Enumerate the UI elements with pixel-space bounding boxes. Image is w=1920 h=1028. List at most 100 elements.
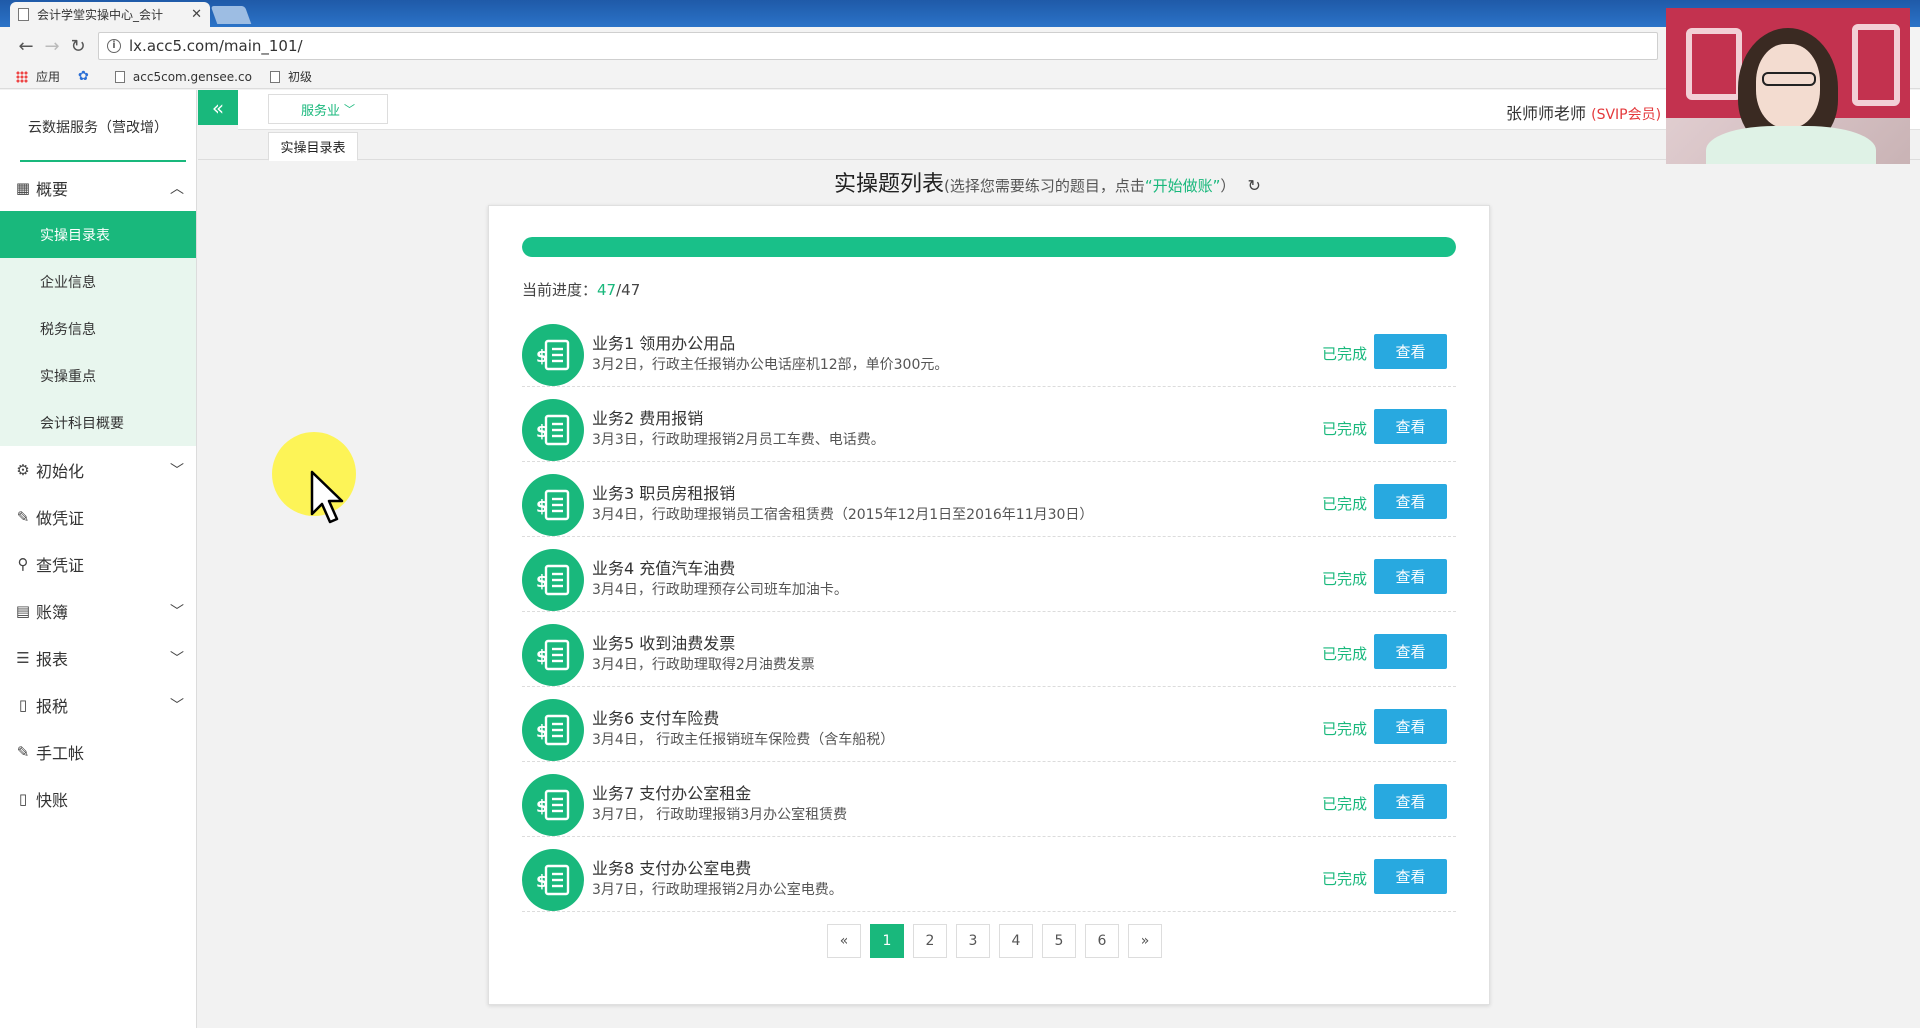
browser-tab[interactable]: 会计学堂实操中心_会计 ✕: [10, 2, 210, 27]
view-button[interactable]: 查看: [1374, 859, 1447, 894]
view-button[interactable]: 查看: [1374, 634, 1447, 669]
sidebar-item-init[interactable]: ⚙ 初始化 ﹀: [0, 446, 196, 493]
sidebar-item-label: 初始化: [36, 461, 85, 481]
receipt-dollar-icon: $: [522, 549, 584, 611]
info-icon[interactable]: i: [107, 39, 121, 53]
prev-page-button[interactable]: «: [827, 924, 861, 958]
page-button[interactable]: 4: [999, 924, 1033, 958]
receipt-dollar-icon: $: [522, 474, 584, 536]
webcam-person-body: [1706, 126, 1876, 164]
chevron-up-icon: ︿: [170, 180, 184, 197]
task-panel: 当前进度：47/47 $ 业务1 领用办公用品 3月2日，行政主任报销办公电话座机1…: [488, 205, 1490, 1005]
page-button[interactable]: 1: [870, 924, 904, 958]
task-status: 已完成: [1322, 645, 1368, 663]
sidebar-brand: 云数据服务（营改增）: [0, 90, 196, 164]
browser-titlebar: 会计学堂实操中心_会计 ✕: [0, 0, 1920, 27]
paw-icon: ✿: [78, 69, 89, 84]
task-description: 3月4日，行政助理取得2月油费发票: [592, 657, 815, 673]
sidebar-item-make-voucher[interactable]: ✎ 做凭证: [0, 493, 196, 540]
back-icon[interactable]: ←: [14, 36, 38, 57]
vip-badge: (SVIP会员): [1591, 107, 1662, 123]
book-icon: ▤: [15, 601, 31, 620]
progress-fill: [522, 237, 1456, 257]
receipt-dollar-icon: $: [522, 699, 584, 761]
sidebar-item-label: 报表: [36, 649, 69, 669]
chevron-down-icon: ﹀: [170, 697, 184, 714]
user-name: 张师师老师: [1506, 104, 1587, 123]
pagination: « 1 2 3 4 5 6 »: [827, 924, 1171, 958]
view-button[interactable]: 查看: [1374, 709, 1447, 744]
reload-icon[interactable]: ↻: [66, 36, 90, 57]
list-icon: ☰: [16, 648, 30, 667]
sidebar-item-tax-filing[interactable]: ▯ 报税 ﹀: [0, 681, 196, 728]
page-tabs: 实操目录表: [198, 130, 1920, 161]
task-title: 业务4 充值汽车油费: [592, 559, 736, 578]
bookmark-chuji[interactable]: 初级: [269, 68, 312, 85]
progress-text: 当前进度：: [522, 281, 598, 299]
bookmark-label: 初级: [287, 70, 312, 84]
task-row: $ 业务2 费用报销 3月3日，行政助理报销2月员工车费、电话费。 已完成 查看: [522, 387, 1456, 462]
view-button[interactable]: 查看: [1374, 559, 1447, 594]
progress-total: /47: [616, 281, 641, 299]
next-page-button[interactable]: »: [1128, 924, 1162, 958]
view-button[interactable]: 查看: [1374, 784, 1447, 819]
address-toolbar: ← → ↻ i lx.acc5.com/main_101/: [0, 27, 1920, 65]
view-button[interactable]: 查看: [1374, 409, 1447, 444]
page-button[interactable]: 3: [956, 924, 990, 958]
page-button[interactable]: 2: [913, 924, 947, 958]
task-title: 业务6 支付车险费: [592, 709, 720, 728]
page-heading: 实操题列表 (选择您需要练习的题目，点击 “开始做账” ） ↻: [834, 166, 1261, 198]
close-tab-icon[interactable]: ✕: [191, 7, 202, 22]
task-description: 3月7日， 行政助理报销3月办公室租赁费: [592, 807, 848, 823]
page-button[interactable]: 6: [1085, 924, 1119, 958]
page-subtitle-highlight: “开始做账”: [1144, 177, 1221, 195]
sidebar-item-reports[interactable]: ☰ 报表 ﹀: [0, 634, 196, 681]
sidebar-item-label: 概要: [36, 179, 69, 199]
tab-catalog[interactable]: 实操目录表: [268, 132, 358, 161]
collapse-sidebar-button[interactable]: «: [198, 90, 238, 125]
sidebar-subitem-accounts-overview[interactable]: 会计科目概要: [0, 399, 196, 446]
chevron-down-icon: ﹀: [170, 462, 184, 479]
apps-grid-icon: [16, 70, 28, 83]
sidebar-item-manual-books[interactable]: ✎ 手工帐: [0, 728, 196, 775]
view-button[interactable]: 查看: [1374, 484, 1447, 519]
sidebar-item-quick-books[interactable]: ▯ 快账: [0, 775, 196, 822]
mouse-cursor-icon: [310, 470, 344, 524]
task-description: 3月7日，行政助理报销2月办公室电费。: [592, 882, 843, 898]
view-button[interactable]: 查看: [1374, 334, 1447, 369]
task-description: 3月4日， 行政主任报销班车保险费（含车船税）: [592, 732, 895, 748]
svg-text:$: $: [536, 422, 548, 442]
sidebar-subitem-catalog[interactable]: 实操目录表: [0, 211, 196, 258]
user-info[interactable]: 张师师老师 (SVIP会员): [1506, 100, 1661, 124]
svg-text:$: $: [536, 872, 548, 892]
new-tab-button[interactable]: [210, 6, 252, 24]
task-status: 已完成: [1322, 345, 1368, 363]
refresh-icon[interactable]: ↻: [1247, 176, 1260, 195]
sidebar-subitem-company-info[interactable]: 企业信息: [0, 258, 196, 305]
sidebar-item-ledger[interactable]: ▤ 账簿 ﹀: [0, 587, 196, 634]
industry-dropdown[interactable]: 服务业 ﹀: [268, 94, 388, 124]
address-bar[interactable]: i lx.acc5.com/main_101/: [98, 32, 1658, 60]
webcam-overlay: [1666, 8, 1910, 164]
sidebar-subitem-tax-info[interactable]: 税务信息: [0, 305, 196, 352]
receipt-dollar-icon: $: [522, 849, 584, 911]
sidebar-item-overview[interactable]: ▦ 概要 ︿: [0, 164, 196, 211]
forward-icon[interactable]: →: [40, 36, 64, 57]
page-button[interactable]: 5: [1042, 924, 1076, 958]
bookmark-apps[interactable]: 应用: [16, 68, 60, 85]
sidebar-subitem-key-points[interactable]: 实操重点: [0, 352, 196, 399]
task-description: 3月3日，行政助理报销2月员工车费、电话费。: [592, 432, 885, 448]
sidebar-item-label: 报税: [36, 696, 69, 716]
sidebar-item-query-voucher[interactable]: ⚲ 查凭证: [0, 540, 196, 587]
task-title: 业务2 费用报销: [592, 409, 704, 428]
task-status: 已完成: [1322, 570, 1368, 588]
webcam-person-glasses: [1762, 72, 1816, 86]
task-row: $ 业务6 支付车险费 3月4日， 行政主任报销班车保险费（含车船税） 已完成 查看: [522, 687, 1456, 762]
task-row: $ 业务1 领用办公用品 3月2日，行政主任报销办公电话座机12部，单价300元。 已…: [522, 312, 1456, 387]
svg-text:$: $: [536, 572, 548, 592]
url-text: lx.acc5.com/main_101/: [129, 37, 303, 55]
bookmark-baidu[interactable]: ✿: [78, 69, 97, 84]
sidebar-item-label: 账簿: [36, 602, 69, 622]
sidebar-item-label: 快账: [36, 790, 69, 810]
bookmark-gensee[interactable]: acc5com.gensee.co: [114, 70, 252, 84]
